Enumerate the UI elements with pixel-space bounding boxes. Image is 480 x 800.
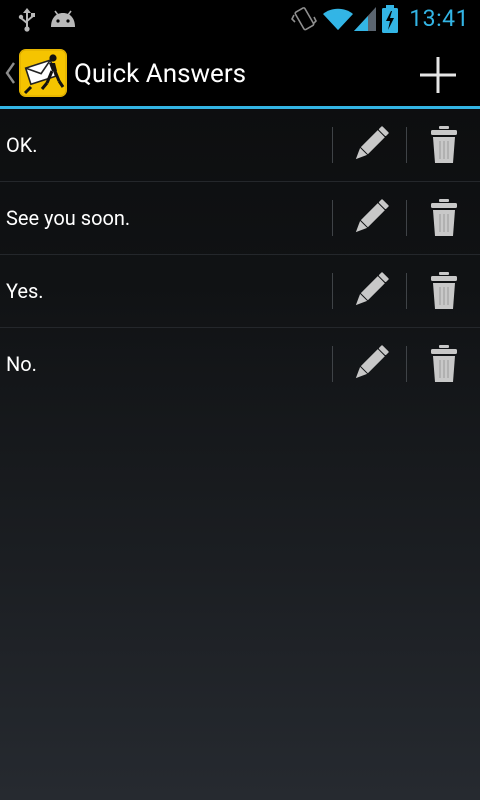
- list-item[interactable]: OK.: [0, 109, 480, 182]
- plus-icon: [412, 57, 464, 105]
- quick-answer-text[interactable]: OK.: [6, 109, 38, 182]
- delete-button[interactable]: [407, 328, 480, 400]
- delete-button[interactable]: [407, 109, 480, 181]
- edit-button[interactable]: [333, 109, 406, 181]
- wifi-icon: [322, 6, 354, 36]
- chevron-left-icon[interactable]: [4, 60, 16, 86]
- battery-charging-icon: [381, 5, 399, 37]
- edit-button[interactable]: [333, 255, 406, 327]
- delete-button[interactable]: [407, 255, 480, 327]
- list-item[interactable]: No.: [0, 328, 480, 401]
- app-logo-icon[interactable]: [19, 49, 67, 97]
- add-quick-answer-button[interactable]: [412, 49, 464, 101]
- status-bar: 13:41: [0, 0, 480, 38]
- android-debug-icon: [48, 10, 78, 34]
- usb-icon: [17, 8, 37, 36]
- quick-answer-text[interactable]: Yes.: [6, 255, 44, 328]
- list-item[interactable]: Yes.: [0, 255, 480, 328]
- vibrate-icon: [291, 5, 317, 37]
- edit-button[interactable]: [333, 328, 406, 400]
- signal-icon: [352, 7, 376, 35]
- quick-answers-list: OK. See you soon. Yes. No.: [0, 109, 480, 401]
- quick-answer-text[interactable]: No.: [6, 328, 37, 401]
- list-item[interactable]: See you soon.: [0, 182, 480, 255]
- status-time: 13:41: [409, 5, 469, 32]
- page-title: Quick Answers: [74, 59, 247, 89]
- quick-answer-text[interactable]: See you soon.: [6, 182, 130, 255]
- delete-button[interactable]: [407, 182, 480, 254]
- edit-button[interactable]: [333, 182, 406, 254]
